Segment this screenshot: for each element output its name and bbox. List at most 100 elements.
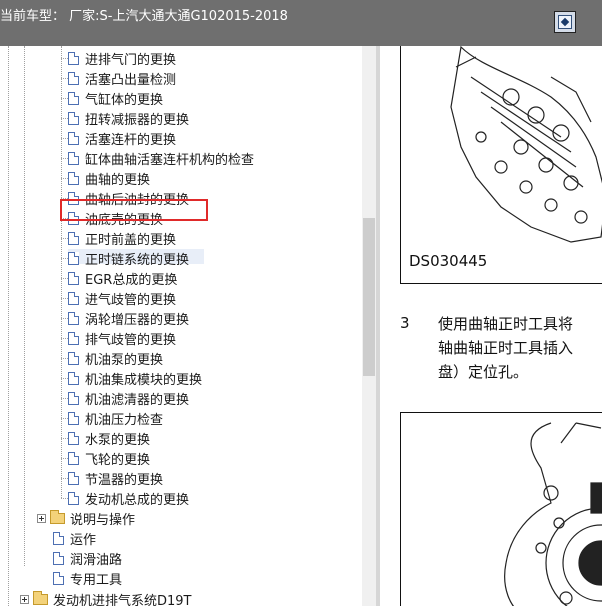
tree-item-label: 节温器的更换 [85, 472, 164, 488]
tree-item[interactable]: 缸体曲轴活塞连杆机构的检查 [61, 148, 255, 168]
tree-item-label: 排气歧管的更换 [85, 332, 177, 348]
dock-toggle-icon [558, 15, 572, 29]
tree-connector [61, 158, 68, 159]
tree-folder-intake-exhaust[interactable]: 发动机进排气系统D19T [20, 589, 192, 606]
document-icon [68, 391, 79, 405]
tree-guide-line [61, 46, 62, 498]
tree-item[interactable]: 进排气门的更换 [61, 48, 177, 68]
tree-connector [61, 498, 68, 499]
tree-item[interactable]: 排气歧管的更换 [61, 328, 177, 348]
tree-item[interactable]: 进气歧管的更换 [61, 288, 176, 308]
tree-item-label: 发动机总成的更换 [85, 492, 190, 508]
expand-icon[interactable] [20, 594, 29, 604]
document-icon [68, 51, 79, 65]
figure-caption: DS030445 [409, 252, 488, 270]
document-icon [68, 291, 79, 305]
document-icon [68, 451, 79, 465]
tree-connector [61, 178, 68, 179]
tree-connector [61, 458, 68, 459]
tree-item-label: 活塞凸出量检测 [85, 72, 177, 88]
tree-connector [61, 438, 68, 439]
tree-connector [61, 298, 68, 299]
tree-scroll-thumb[interactable] [363, 218, 375, 376]
tree-item-label: 缸体曲轴活塞连杆机构的检查 [85, 152, 255, 168]
folder-icon [50, 509, 65, 524]
selected-item-outline [60, 199, 208, 221]
tree-item-label: 扭转减振器的更换 [85, 112, 190, 128]
tree-item[interactable]: 气缸体的更换 [61, 88, 163, 108]
document-icon [53, 551, 64, 565]
expand-icon[interactable] [37, 513, 46, 523]
document-icon [68, 251, 79, 265]
tree-item-label: EGR总成的更换 [85, 272, 178, 288]
tree-item-label: 水泵的更换 [85, 432, 151, 448]
tree-item[interactable]: 正时前盖的更换 [61, 228, 177, 248]
tree-item[interactable]: 涡轮增压器的更换 [61, 308, 190, 328]
document-icon [68, 311, 79, 325]
tree-item[interactable]: EGR总成的更换 [61, 268, 178, 288]
tree-item[interactable]: 润滑油路 [53, 548, 122, 568]
document-icon [68, 491, 79, 505]
tree-connector [61, 418, 68, 419]
tree-guide-line [24, 46, 25, 566]
step-number: 3 [400, 314, 410, 332]
tree-item-label: 进排气门的更换 [85, 52, 177, 68]
document-icon [68, 271, 79, 285]
tree-item-label: 润滑油路 [70, 552, 123, 568]
tree-item-label: 说明与操作 [70, 512, 136, 528]
tree-item[interactable]: 机油集成模块的更换 [61, 368, 203, 388]
document-icon [68, 411, 79, 425]
tree-item-label: 机油集成模块的更换 [85, 372, 203, 388]
tree-connector [61, 378, 68, 379]
engine-figure: DS030445 [400, 46, 602, 284]
document-icon [68, 371, 79, 385]
tree-item[interactable]: 飞轮的更换 [61, 448, 151, 468]
tree-item[interactable]: 机油滤清器的更换 [61, 388, 189, 408]
dock-toggle-button[interactable] [554, 11, 576, 33]
document-icon [68, 71, 79, 85]
document-icon [68, 171, 79, 185]
tree-item[interactable]: 曲轴的更换 [61, 168, 151, 188]
tree-item-selected[interactable]: 正时链系统的更换 [61, 248, 190, 268]
title-bar: 当前车型： 厂家:S-上汽大通大通G102015-2018 [0, 0, 602, 46]
tree-connector [61, 398, 68, 399]
tree-folder-instructions[interactable]: 说明与操作 [37, 508, 135, 528]
tree-connector [61, 78, 68, 79]
tree-item-label: 正时前盖的更换 [85, 232, 177, 248]
tree-connector [61, 58, 68, 59]
engine-illustration [450, 46, 602, 243]
tree-connector [61, 118, 68, 119]
tree-item[interactable]: 节温器的更换 [61, 468, 164, 488]
tree-item-label: 曲轴的更换 [85, 172, 151, 188]
crankshaft-illustration [504, 422, 602, 606]
tree-connector [61, 238, 68, 239]
document-icon [68, 471, 79, 485]
tree-item[interactable]: 活塞连杆的更换 [61, 128, 177, 148]
document-icon [68, 131, 79, 145]
tree-connector [61, 138, 68, 139]
tree-item[interactable]: 扭转减振器的更换 [61, 108, 190, 128]
tree-item[interactable]: 水泵的更换 [61, 428, 151, 448]
tree-item-label: 活塞连杆的更换 [85, 132, 177, 148]
tree-connector [61, 258, 68, 259]
tree-connector [61, 358, 68, 359]
tree-guide-line [8, 46, 9, 606]
tree-item[interactable]: 运作 [53, 528, 96, 548]
document-icon [68, 231, 79, 245]
document-icon [68, 111, 79, 125]
tree-item[interactable]: 专用工具 [53, 568, 122, 588]
tree-item-label: 涡轮增压器的更换 [85, 312, 190, 328]
tree-item[interactable]: 发动机总成的更换 [61, 488, 190, 508]
tree-connector [61, 278, 68, 279]
tree-item-label: 正时链系统的更换 [85, 252, 190, 268]
current-vehicle-label: 当前车型： 厂家:S-上汽大通大通G102015-2018 [0, 9, 288, 24]
tree-item[interactable]: 机油压力检查 [61, 408, 163, 428]
document-icon [68, 431, 79, 445]
tree-connector [61, 478, 68, 479]
document-icon [68, 331, 79, 345]
tree-item-label: 飞轮的更换 [85, 452, 151, 468]
tree-item-label: 机油泵的更换 [85, 352, 164, 368]
tree-item[interactable]: 活塞凸出量检测 [61, 68, 177, 88]
document-icon [68, 91, 79, 105]
tree-item[interactable]: 机油泵的更换 [61, 348, 164, 368]
